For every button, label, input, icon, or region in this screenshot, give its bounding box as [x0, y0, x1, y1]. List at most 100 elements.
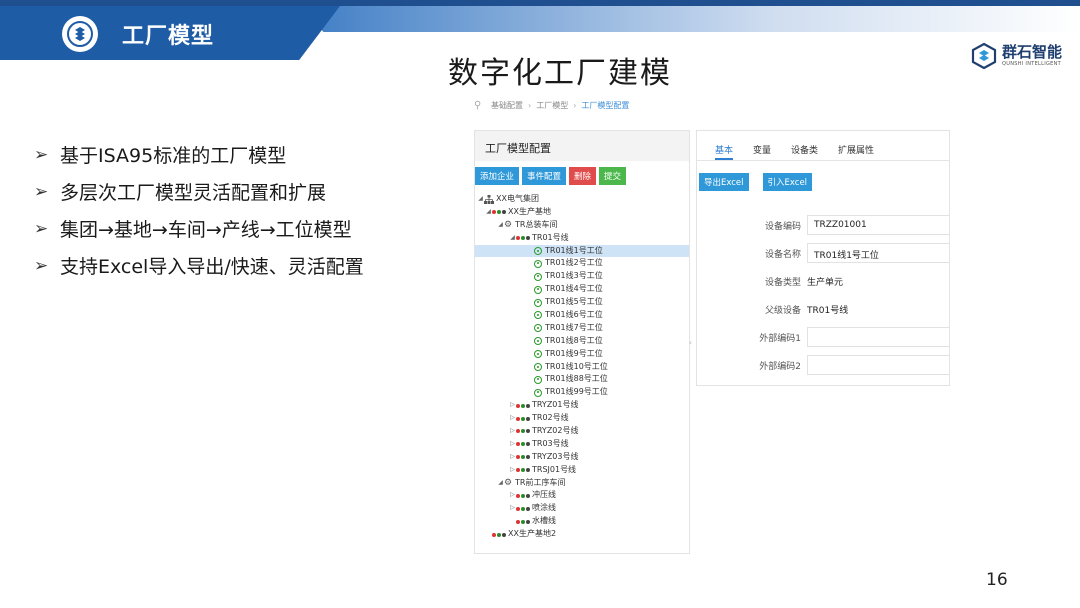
import-excel-button[interactable]: 引入Excel — [762, 173, 813, 191]
tree-node-label: TR01线7号工位 — [545, 322, 603, 332]
expand-toggle-icon[interactable]: ◢ — [477, 193, 484, 206]
breadcrumb-item[interactable]: 基础配置 — [491, 100, 523, 111]
dots-icon — [516, 455, 530, 460]
dots-icon — [492, 532, 506, 537]
form-row: 设备编码 TRZZ01001 — [697, 211, 949, 239]
tree-node-label: TR01号线 — [532, 232, 569, 242]
collapse-toggle-icon[interactable]: ▷ — [509, 451, 516, 464]
breadcrumb-item[interactable]: 工厂模型 — [536, 100, 568, 111]
arrow-icon: ➢ — [34, 218, 49, 239]
expand-toggle-icon[interactable]: ◢ — [497, 219, 504, 232]
dots-icon — [516, 442, 530, 447]
tree-node[interactable]: ▷ TRSJ01号线 — [475, 464, 689, 477]
collapse-toggle-icon[interactable]: ▷ — [509, 412, 516, 425]
tree-node-label: TR01线10号工位 — [545, 361, 608, 371]
tree-node[interactable]: ▷ TR03号线 — [475, 438, 689, 451]
delete-button[interactable]: 删除 — [569, 167, 597, 185]
tree-node-label: TR01线9号工位 — [545, 348, 603, 358]
tree-node[interactable]: ◢ ⚙ TR总装车间 — [475, 219, 689, 232]
tree-node-label: TR02号线 — [532, 413, 569, 423]
tree-node-label: 喷涂线 — [532, 503, 556, 513]
tree-node[interactable]: TR01线7号工位 — [475, 322, 689, 335]
tree-node[interactable]: 水槽线 — [475, 515, 689, 528]
collapse-toggle-icon[interactable]: ▷ — [509, 502, 516, 515]
location-pin-icon: ⚲ — [474, 100, 482, 111]
field-input[interactable]: TR01线1号工位 — [807, 243, 949, 263]
tree-node[interactable]: TR01线8号工位 — [475, 335, 689, 348]
factory-tree: ◢ XX电气集团 ◢ XX生产基地 ◢ ⚙ TR总装车间 ◢ TR01号线 TR01线1号工位 TR… — [475, 193, 689, 541]
field-input[interactable] — [807, 327, 949, 347]
bullet-text: 支持Excel导入导出/快速、灵活配置 — [60, 256, 364, 278]
tree-node[interactable]: ◢ ⚙ TR前工序车间 — [475, 477, 689, 490]
add-enterprise-button[interactable]: 添加企业 — [475, 167, 520, 185]
tree-node[interactable]: ▷ TRYZ02号线 — [475, 425, 689, 438]
expand-toggle-icon[interactable]: ◢ — [497, 477, 504, 490]
collapse-toggle-icon[interactable]: ▷ — [509, 464, 516, 477]
collapse-toggle-icon[interactable]: ▷ — [509, 438, 516, 451]
station-icon — [534, 311, 542, 320]
tree-node-label: TRYZ01号线 — [532, 400, 579, 410]
expand-toggle-icon[interactable]: ◢ — [485, 206, 492, 219]
station-icon — [534, 272, 542, 281]
tree-node-label: TRYZ02号线 — [532, 426, 579, 436]
field-label: 设备类型 — [764, 277, 801, 288]
tree-node[interactable]: TR01线6号工位 — [475, 309, 689, 322]
collapse-toggle-icon[interactable]: ▷ — [509, 489, 516, 502]
tree-node-label: TR01线6号工位 — [545, 310, 603, 320]
tree-node[interactable]: TR01线99号工位 — [475, 386, 689, 399]
tree-node-label: TR01线2号工位 — [545, 258, 603, 268]
expand-toggle-icon[interactable]: ◢ — [509, 232, 516, 245]
station-icon — [534, 285, 542, 294]
tab-equipment-class[interactable]: 设备类 — [791, 131, 818, 160]
form-row: 设备名称 TR01线1号工位 — [697, 239, 949, 267]
tree-node[interactable]: TR01线10号工位 — [475, 361, 689, 374]
tree-panel-title: 工厂模型配置 — [475, 131, 689, 161]
station-icon — [534, 363, 542, 372]
tree-node[interactable]: ◢ XX电气集团 — [475, 193, 689, 206]
collapse-toggle-icon[interactable]: ▷ — [509, 425, 516, 438]
tree-node[interactable]: TR01线4号工位 — [475, 283, 689, 296]
tree-node[interactable]: ◢ XX生产基地 — [475, 206, 689, 219]
tree-node[interactable]: ▷ 冲压线 — [475, 489, 689, 502]
field-input[interactable]: TRZZ01001 — [807, 215, 949, 235]
form-row: 父级设备 TR01号线 — [697, 295, 949, 323]
org-icon — [484, 194, 494, 204]
tree-node[interactable]: TR01线9号工位 — [475, 348, 689, 361]
panel-splitter-handle[interactable]: ‹ — [689, 338, 693, 356]
dots-icon — [492, 210, 506, 215]
brand-mark-icon — [971, 42, 997, 70]
field-label: 外部编码1 — [759, 333, 801, 344]
export-excel-button[interactable]: 导出Excel — [699, 173, 749, 191]
detail-panel: 基本 变量 设备类 扩展属性 导出Excel 引入Excel 设备编码 TRZZ0… — [696, 130, 950, 386]
tree-node-label: TR01线8号工位 — [545, 335, 603, 345]
tab-extended-attributes[interactable]: 扩展属性 — [838, 131, 874, 160]
tree-node[interactable]: ▷ TR02号线 — [475, 412, 689, 425]
submit-button[interactable]: 提交 — [599, 167, 627, 185]
tree-node[interactable]: ▷ 喷涂线 — [475, 502, 689, 515]
app-screenshot: ⚲ 基础配置 › 工厂模型 › 工厂模型配置 工厂模型配置 添加企业 事件配置 … — [470, 92, 950, 562]
tree-node[interactable]: XX生产基地2 — [475, 528, 689, 541]
station-icon — [534, 337, 542, 346]
tree-node-label: TR01线4号工位 — [545, 284, 603, 294]
tree-node[interactable]: ▷ TRYZ03号线 — [475, 451, 689, 464]
tree-node-label: XX电气集团 — [496, 194, 539, 203]
dots-icon — [516, 416, 530, 421]
tab-variables[interactable]: 变量 — [753, 131, 771, 160]
tree-node[interactable]: TR01线3号工位 — [475, 270, 689, 283]
dots-icon — [516, 506, 530, 511]
arrow-icon: ➢ — [34, 255, 49, 276]
tree-node[interactable]: ◢ TR01号线 — [475, 232, 689, 245]
tree-node[interactable]: TR01线1号工位 — [475, 244, 689, 258]
tree-node-label: TR01线5号工位 — [545, 297, 603, 307]
field-input[interactable] — [807, 355, 949, 375]
tab-basic[interactable]: 基本 — [715, 131, 734, 160]
tree-node[interactable]: TR01线5号工位 — [475, 296, 689, 309]
tree-node[interactable]: ▷ TRYZ01号线 — [475, 399, 689, 412]
dots-icon — [516, 403, 530, 408]
tree-node-label: TR03号线 — [532, 438, 569, 448]
tree-node[interactable]: TR01线2号工位 — [475, 257, 689, 270]
tree-panel: 工厂模型配置 添加企业 事件配置 删除 提交 ◢ XX电气集团 ◢ XX生产基地 ◢ ⚙ T… — [474, 130, 690, 554]
tree-node[interactable]: TR01线88号工位 — [475, 373, 689, 386]
collapse-toggle-icon[interactable]: ▷ — [509, 399, 516, 412]
event-config-button[interactable]: 事件配置 — [522, 167, 567, 185]
